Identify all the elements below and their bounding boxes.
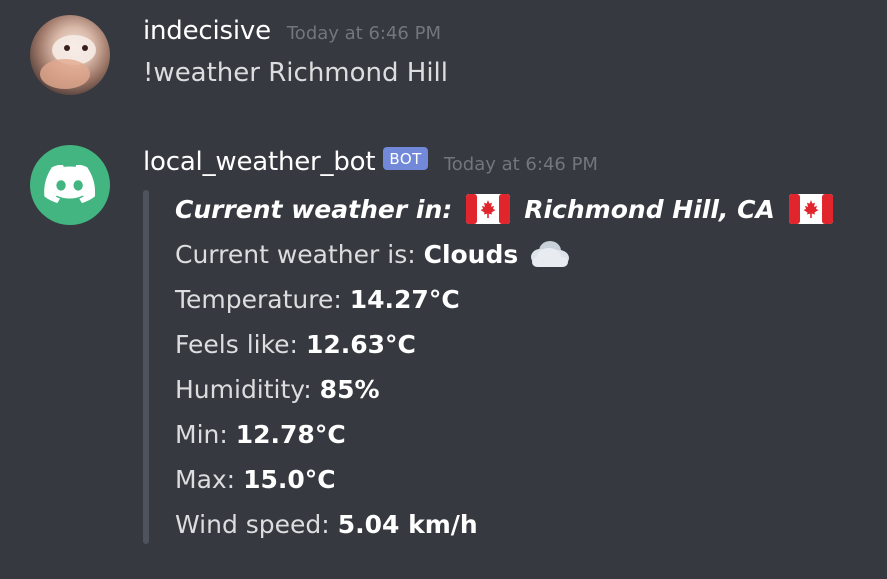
humidity-value: 85% — [319, 374, 380, 404]
canada-flag-icon — [466, 194, 511, 224]
embed-title-prefix: Current weather in: — [175, 194, 453, 224]
message-content: !weather Richmond Hill — [143, 58, 449, 88]
max-label: Max: — [175, 464, 236, 494]
wind-label: Wind speed: — [175, 509, 330, 539]
temperature-label: Temperature: — [175, 284, 342, 314]
cloud-icon — [531, 241, 570, 267]
feels-like-label: Feels like: — [175, 329, 298, 359]
temperature-line: Temperature: 14.27°C — [175, 282, 460, 316]
humidity-line: Humiditity: 85% — [175, 372, 380, 406]
wind-line: Wind speed: 5.04 km/h — [175, 507, 478, 541]
condition-value: Clouds — [423, 239, 519, 269]
canada-flag-icon — [788, 194, 833, 224]
condition-label: Current weather is: — [175, 239, 416, 269]
weather-embed: Current weather in: Richmond Hill, CA Cu… — [143, 190, 843, 544]
timestamp: Today at 6:46 PM — [286, 23, 441, 44]
humidity-label: Humiditity: — [175, 374, 312, 404]
max-value: 15.0°C — [243, 464, 336, 494]
message-header: local_weather_bot BOT Today at 6:46 PM — [143, 147, 598, 177]
bot-message: local_weather_bot BOT Today at 6:46 PM C… — [0, 135, 887, 579]
min-value: 12.78°C — [235, 419, 346, 449]
min-label: Min: — [175, 419, 228, 449]
condition-line: Current weather is: Clouds — [175, 237, 572, 271]
embed-accent-bar — [143, 190, 149, 544]
min-line: Min: 12.78°C — [175, 417, 346, 451]
feels-like-value: 12.63°C — [305, 329, 416, 359]
temperature-value: 14.27°C — [349, 284, 460, 314]
embed-title-location: Richmond Hill, CA — [524, 194, 775, 224]
feels-like-line: Feels like: 12.63°C — [175, 327, 416, 361]
timestamp: Today at 6:46 PM — [443, 154, 598, 175]
bot-avatar[interactable] — [30, 145, 110, 225]
wind-value: 5.04 km/h — [337, 509, 478, 539]
message-header: indecisive Today at 6:46 PM — [143, 16, 441, 46]
bot-tag: BOT — [383, 147, 428, 170]
embed-title: Current weather in: Richmond Hill, CA — [175, 192, 847, 226]
user-avatar[interactable] — [30, 15, 110, 95]
discord-logo-icon — [44, 165, 96, 204]
max-line: Max: 15.0°C — [175, 462, 336, 496]
username[interactable]: local_weather_bot — [143, 147, 376, 177]
user-message: indecisive Today at 6:46 PM !weather Ric… — [0, 0, 887, 120]
username[interactable]: indecisive — [143, 16, 271, 46]
